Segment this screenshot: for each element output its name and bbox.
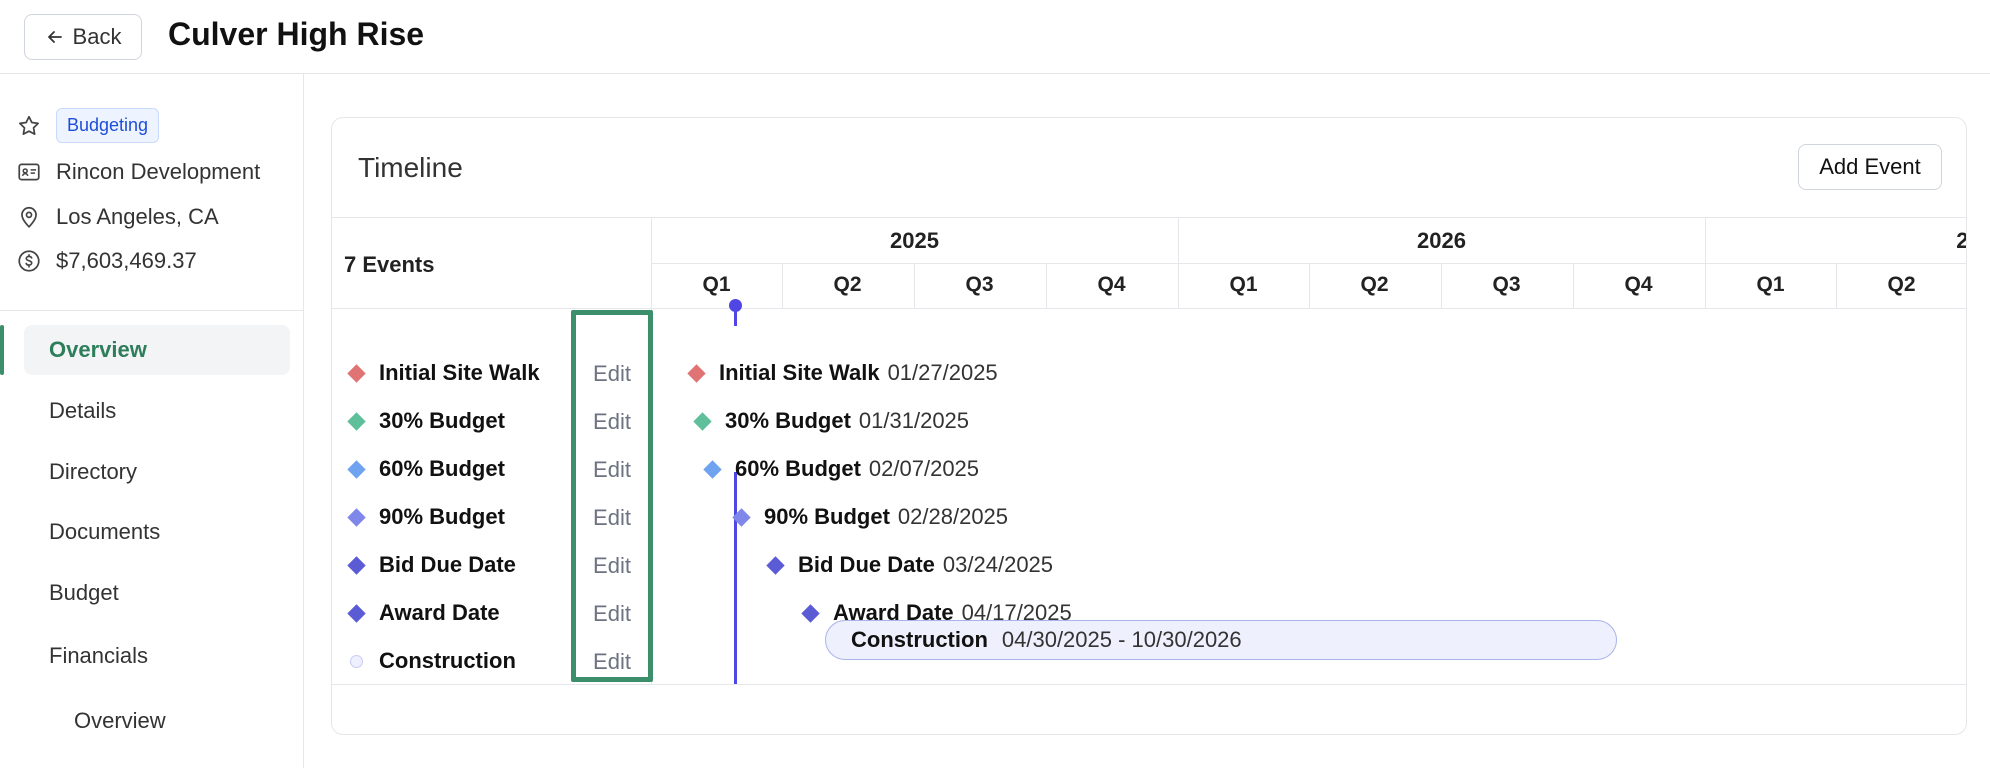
event-row[interactable]: 60% Budget — [332, 449, 572, 489]
diamond-marker-icon — [347, 363, 366, 383]
status-row: Budgeting — [16, 108, 160, 143]
event-row[interactable]: Initial Site Walk — [332, 353, 572, 393]
grid-line — [332, 684, 1966, 685]
diamond-marker-icon — [347, 411, 366, 431]
grid-line — [332, 308, 1966, 309]
back-button[interactable]: Back — [24, 14, 142, 60]
event-name: 90% Budget — [379, 504, 505, 529]
arrow-left-icon — [47, 31, 62, 43]
star-icon[interactable] — [16, 113, 42, 139]
sidebar: Budgeting Rincon Development Los Angeles… — [0, 74, 304, 768]
quarter-label: Q3 — [1492, 273, 1521, 296]
quarter-label: Q2 — [1887, 273, 1916, 296]
diamond-marker-icon — [347, 603, 366, 623]
timeline-event-date: 03/24/2025 — [942, 552, 1054, 577]
diamond-marker-icon — [703, 459, 722, 479]
company-name: Rincon Development — [56, 159, 261, 184]
sidebar-item-directory[interactable]: Directory — [24, 447, 290, 497]
diamond-marker-icon — [693, 411, 712, 431]
timeline-event-name: 30% Budget — [725, 408, 851, 433]
location-text: Los Angeles, CA — [56, 204, 219, 229]
event-row[interactable]: Award Date — [332, 593, 572, 633]
company-row: Rincon Development — [16, 159, 260, 185]
timeline-event-name: Bid Due Date — [798, 552, 935, 577]
quarter-label: Q4 — [1097, 273, 1126, 296]
timeline-event-name: Initial Site Walk — [719, 360, 880, 385]
amount-row: $7,603,469.37 — [16, 248, 197, 274]
grid-line — [332, 217, 1966, 218]
quarter-label: Q1 — [1229, 273, 1258, 296]
location-row: Los Angeles, CA — [16, 204, 219, 230]
timeline-event[interactable]: Initial Site Walk 01/27/2025 — [687, 353, 998, 393]
quarter-label: Q1 — [1756, 273, 1785, 296]
sidebar-item-financials[interactable]: Financials — [24, 631, 290, 681]
timeline-event-date: 04/30/2025 - 10/30/2026 — [1001, 627, 1242, 652]
event-name: Initial Site Walk — [379, 360, 540, 385]
sidebar-divider — [0, 310, 304, 311]
timeline-event[interactable]: 90% Budget 02/28/2025 — [732, 497, 1009, 537]
diamond-marker-icon — [687, 363, 706, 383]
event-name: 60% Budget — [379, 456, 505, 481]
year-label-next: 20 — [1705, 228, 1966, 254]
sidebar-item-financials-overview[interactable]: Overview — [24, 696, 290, 746]
event-name: Construction — [379, 648, 516, 673]
construction-bar[interactable]: Construction 04/30/2025 - 10/30/2026 — [825, 620, 1617, 660]
timeline-event[interactable]: 60% Budget 02/07/2025 — [703, 449, 980, 489]
dollar-circle-icon — [18, 250, 40, 272]
status-badge: Budgeting — [56, 108, 160, 143]
events-count: 7 Events — [344, 252, 435, 277]
today-marker-line — [734, 308, 737, 326]
timeline-event-date: 02/28/2025 — [897, 504, 1009, 529]
diamond-marker-icon — [766, 555, 785, 575]
add-event-button[interactable]: Add Event — [1798, 144, 1942, 190]
year-label-2025: 2025 — [890, 228, 939, 253]
id-card-icon — [18, 163, 40, 181]
timeline-event-name: 90% Budget — [764, 504, 890, 529]
event-row[interactable]: Bid Due Date — [332, 545, 572, 585]
diamond-marker-icon — [347, 555, 366, 575]
amount-text: $7,603,469.37 — [56, 248, 197, 273]
event-row[interactable]: 90% Budget — [332, 497, 572, 537]
edit-column-highlight — [571, 310, 653, 682]
event-name: Bid Due Date — [379, 552, 516, 577]
timeline-event-date: 02/07/2025 — [868, 456, 980, 481]
timeline-event-date: 01/31/2025 — [858, 408, 970, 433]
timeline-event-date: 01/27/2025 — [887, 360, 998, 385]
quarter-label: Q1 — [702, 273, 731, 296]
back-label: Back — [72, 24, 122, 49]
year-label-2026: 2026 — [1417, 228, 1466, 253]
event-row[interactable]: Construction — [332, 641, 572, 681]
quarter-label: Q3 — [965, 273, 994, 296]
sidebar-item-overview[interactable]: Overview — [24, 325, 290, 375]
sidebar-item-documents[interactable]: Documents — [24, 507, 290, 557]
circle-marker-icon — [350, 654, 363, 668]
quarter-label: Q4 — [1624, 273, 1653, 296]
timeline-card: Timeline Add Event 7 Events 2025 2026 20… — [331, 117, 1967, 735]
timeline-event-name: 60% Budget — [735, 456, 861, 481]
page-title: Culver High Rise — [168, 16, 425, 52]
event-name: 30% Budget — [379, 408, 505, 433]
sidebar-item-budget[interactable]: Budget — [24, 568, 290, 618]
diamond-marker-icon — [801, 603, 820, 623]
timeline-event-name: Construction — [851, 627, 988, 652]
nav-active-indicator — [0, 325, 4, 375]
quarter-label: Q2 — [1360, 273, 1389, 296]
diamond-marker-icon — [732, 507, 751, 527]
sidebar-item-details[interactable]: Details — [24, 386, 290, 436]
timeline-title: Timeline — [358, 152, 463, 183]
diamond-marker-icon — [347, 507, 366, 527]
timeline-event[interactable]: 30% Budget 01/31/2025 — [693, 401, 970, 441]
map-pin-icon — [21, 206, 37, 228]
event-name: Award Date — [379, 600, 500, 625]
quarter-label: Q2 — [833, 273, 862, 296]
page-header: Back Culver High Rise — [0, 0, 1990, 74]
timeline-event[interactable]: Bid Due Date 03/24/2025 — [766, 545, 1054, 585]
diamond-marker-icon — [347, 459, 366, 479]
event-row[interactable]: 30% Budget — [332, 401, 572, 441]
